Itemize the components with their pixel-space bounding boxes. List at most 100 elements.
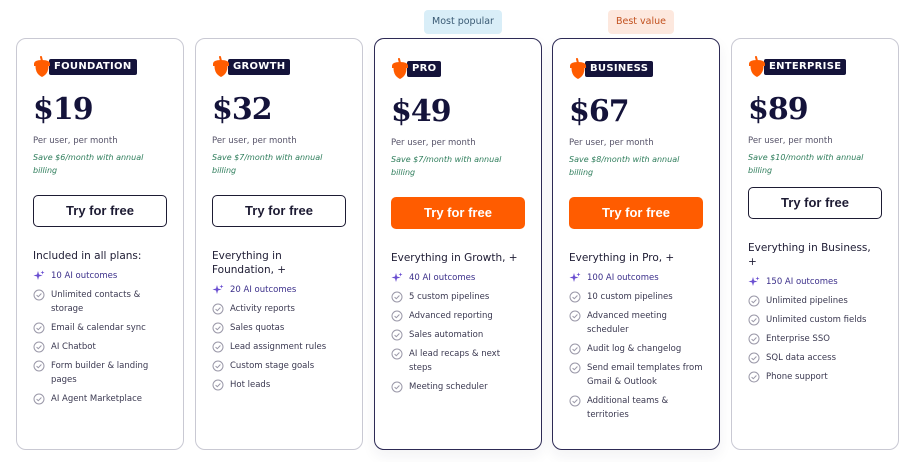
check-circle-icon: [391, 310, 403, 322]
feature-item: Unlimited contacts & storage: [33, 288, 167, 316]
check-circle-icon: [569, 343, 581, 355]
feature-item: Hot leads: [212, 378, 346, 392]
feature-label: Sales quotas: [230, 323, 285, 333]
feature-label: Unlimited custom fields: [766, 315, 867, 325]
feature-item: Audit log & changelog: [569, 342, 703, 356]
sparkle-icon: [748, 276, 760, 288]
feature-label: Sales automation: [409, 330, 484, 340]
feature-list: 150 AI outcomes Unlimited pipelines Unlimi…: [748, 275, 882, 384]
plan-header: GROWTH: [212, 55, 346, 79]
best-value-badge: Best value: [608, 10, 675, 34]
feature-item: Advanced meeting scheduler: [569, 309, 703, 337]
annual-savings: Save $7/month with annual billing: [212, 153, 323, 175]
try-for-free-button[interactable]: Try for free: [569, 197, 703, 229]
feature-item: Advanced reporting: [391, 309, 525, 323]
feature-label: AI lead recaps & next steps: [409, 349, 501, 373]
plan-name: BUSINESS: [585, 61, 654, 77]
feature-label: 150 AI outcomes: [766, 277, 838, 287]
check-circle-icon: [569, 395, 581, 407]
feature-list: 40 AI outcomes 5 custom pipelines Advanced…: [391, 271, 525, 394]
feature-label: 10 custom pipelines: [587, 292, 673, 302]
check-circle-icon: [569, 291, 581, 303]
check-circle-icon: [212, 379, 224, 391]
feature-label: 20 AI outcomes: [230, 285, 297, 295]
feature-label: 40 AI outcomes: [409, 273, 476, 283]
feature-item: Sales automation: [391, 328, 525, 342]
feature-label: 10 AI outcomes: [51, 271, 118, 281]
feature-label: Form builder & landing pages: [51, 361, 149, 385]
feature-label: Additional teams & territories: [587, 396, 669, 420]
feature-item: SQL data access: [748, 351, 882, 365]
check-circle-icon: [391, 348, 403, 360]
feature-item: Activity reports: [212, 302, 346, 316]
check-circle-icon: [391, 329, 403, 341]
most-popular-badge: Most popular: [424, 10, 502, 34]
annual-savings: Save $6/month with annual billing: [33, 153, 144, 175]
annual-savings: Save $10/month with annual billing: [748, 153, 864, 175]
feature-label: Send email templates from Gmail & Outloo…: [587, 363, 703, 387]
check-circle-icon: [33, 289, 45, 301]
check-circle-icon: [569, 362, 581, 374]
check-circle-icon: [748, 371, 760, 383]
acorn-icon: [748, 56, 766, 78]
price-period: Per user, per month: [748, 136, 833, 146]
check-circle-icon: [212, 341, 224, 353]
plan-price: $49: [391, 94, 452, 129]
plan-card-enterprise: ENTERPRISE $89 Per user, per month Save …: [731, 38, 899, 450]
sparkle-icon: [391, 272, 403, 284]
check-circle-icon: [748, 314, 760, 326]
try-for-free-button[interactable]: Try for free: [748, 187, 882, 219]
price-period: Per user, per month: [569, 138, 654, 148]
try-for-free-button[interactable]: Try for free: [33, 195, 167, 227]
feature-label: Unlimited contacts & storage: [51, 290, 141, 314]
feature-label: AI Chatbot: [51, 342, 96, 352]
feature-label: Audit log & changelog: [587, 344, 682, 354]
price-period: Per user, per month: [212, 136, 297, 146]
feature-label: Meeting scheduler: [409, 382, 488, 392]
plan-header: BUSINESS: [569, 57, 703, 81]
included-heading: Everything in Foundation, +: [212, 250, 287, 276]
feature-item: Send email templates from Gmail & Outloo…: [569, 361, 703, 389]
feature-label: Hot leads: [230, 380, 271, 390]
plan-card-pro: PRO $49 Per user, per month Save $7/mont…: [374, 38, 542, 450]
price-period: Per user, per month: [33, 136, 118, 146]
feature-label: Activity reports: [230, 304, 295, 314]
feature-label: AI Agent Marketplace: [51, 394, 142, 404]
check-circle-icon: [212, 360, 224, 372]
feature-item: AI lead recaps & next steps: [391, 347, 525, 375]
feature-item: 5 custom pipelines: [391, 290, 525, 304]
plan-card-foundation: FOUNDATION $19 Per user, per month Save …: [16, 38, 184, 450]
feature-label: Advanced meeting scheduler: [587, 311, 667, 335]
included-heading: Included in all plans:: [33, 250, 142, 262]
feature-item: 40 AI outcomes: [391, 271, 525, 285]
plan-header: ENTERPRISE: [748, 55, 882, 79]
plan-card-business: BUSINESS $67 Per user, per month Save $8…: [552, 38, 720, 450]
check-circle-icon: [33, 393, 45, 405]
annual-savings: Save $8/month with annual billing: [569, 155, 680, 177]
feature-item: Sales quotas: [212, 321, 346, 335]
feature-item: Unlimited custom fields: [748, 313, 882, 327]
feature-item: 150 AI outcomes: [748, 275, 882, 289]
plan-price: $19: [33, 92, 94, 127]
check-circle-icon: [391, 381, 403, 393]
feature-list: 10 AI outcomes Unlimited contacts & stora…: [33, 269, 167, 406]
sparkle-icon: [212, 284, 224, 296]
feature-item: Lead assignment rules: [212, 340, 346, 354]
plan-price: $32: [212, 92, 273, 127]
check-circle-icon: [748, 352, 760, 364]
try-for-free-button[interactable]: Try for free: [212, 195, 346, 227]
acorn-icon: [33, 56, 51, 78]
feature-item: Unlimited pipelines: [748, 294, 882, 308]
feature-item: AI Chatbot: [33, 340, 167, 354]
feature-item: Meeting scheduler: [391, 380, 525, 394]
feature-label: Email & calendar sync: [51, 323, 146, 333]
sparkle-icon: [569, 272, 581, 284]
try-for-free-button[interactable]: Try for free: [391, 197, 525, 229]
check-circle-icon: [569, 310, 581, 322]
plan-name: FOUNDATION: [49, 59, 137, 75]
feature-item: 20 AI outcomes: [212, 283, 346, 297]
plan-price: $67: [569, 94, 630, 129]
feature-item: 10 AI outcomes: [33, 269, 167, 283]
feature-item: Enterprise SSO: [748, 332, 882, 346]
check-circle-icon: [33, 341, 45, 353]
